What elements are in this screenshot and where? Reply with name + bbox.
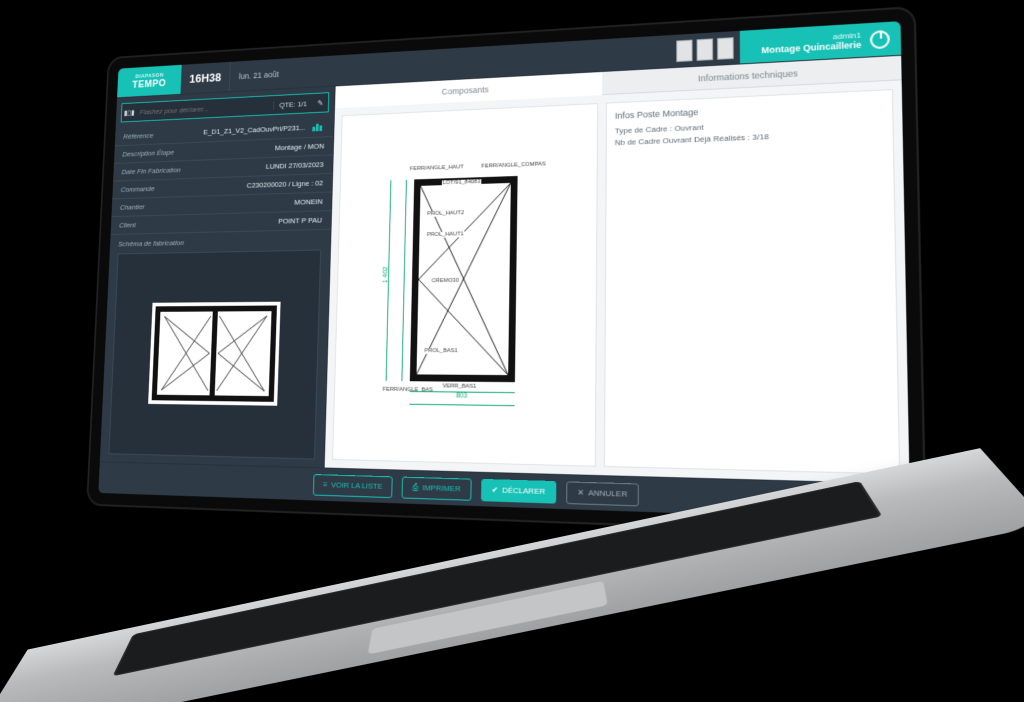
thumb-icon[interactable] [717, 37, 734, 60]
power-icon[interactable] [870, 29, 890, 48]
label: VOIR LA LISTE [331, 480, 383, 490]
stats-icon[interactable] [312, 123, 325, 133]
thumb-icon[interactable] [697, 38, 713, 61]
clock-date: lun. 21 août [230, 58, 288, 91]
qte-label: QTE: [279, 100, 295, 109]
list-icon: ≡ [323, 480, 328, 489]
scan-row[interactable]: ▮▯▮ QTE: 1/1 ✎ [121, 92, 330, 122]
barcode-icon: ▮▯▮ [122, 108, 137, 117]
app-logo: DIAPASON TEMPO [117, 65, 182, 98]
left-panel: ▮▯▮ QTE: 1/1 ✎ Référence E_D1_Z1_V2_CadO… [100, 86, 336, 467]
dim-width: 803 [456, 392, 467, 399]
schema-thumbnail[interactable] [108, 250, 321, 460]
annot: PROL_HAUT2 [426, 210, 465, 217]
qte-cell[interactable]: QTE: 1/1 [273, 99, 312, 109]
pane-info: Infos Poste Montage Type de Cadre : Ouvr… [604, 89, 900, 475]
label: ANNULER [588, 488, 627, 499]
label: IMPRIMER [422, 483, 460, 493]
label: Commande [121, 185, 155, 194]
clock-time: 16H38 [180, 62, 231, 94]
thumb-icon[interactable] [676, 39, 692, 61]
declarer-button[interactable]: ✔ DÉCLARER [481, 478, 557, 503]
value: POINT P PAU [278, 216, 322, 225]
label: Client [119, 221, 136, 229]
dim-height: 1 402 [383, 266, 390, 283]
annot: FERR/ANGLE_COMPAS [480, 161, 546, 169]
app-screen: DIAPASON TEMPO 16H38 lun. 21 août admin1… [98, 21, 910, 521]
window-2pane-icon [148, 302, 280, 406]
topbar-thumbnails[interactable] [670, 31, 740, 67]
edit-icon[interactable]: ✎ [312, 98, 328, 107]
annuler-button[interactable]: ✕ ANNULER [566, 481, 639, 506]
label: Date Fin Fabrication [121, 166, 180, 176]
annot: VERR_BAS1 [442, 383, 478, 389]
annot: PROL_BAS1 [423, 348, 458, 354]
annot: CREMO30 [431, 278, 460, 284]
check-icon: ✔ [492, 485, 499, 494]
value: LUNDI 27/03/2023 [266, 160, 324, 170]
value: C230200020 / Ligne : 02 [247, 179, 324, 190]
scan-input[interactable] [136, 101, 273, 116]
print-icon: ⎙ [412, 482, 418, 492]
annot: FERR/ANGLE_HAUT [409, 164, 465, 172]
logo-line2: TEMPO [132, 78, 166, 90]
value: E_D1_Z1_V2_CadOuvPri/P231... [203, 123, 305, 136]
label: Référence [123, 131, 153, 140]
voir-liste-button[interactable]: ≡ VOIR LA LISTE [313, 474, 393, 498]
value: MONEIN [294, 197, 322, 206]
annot: PROL_HAUT1 [426, 231, 465, 238]
close-icon: ✕ [577, 488, 584, 497]
technical-drawing[interactable]: 1 402 FERR/A [381, 156, 547, 413]
pane-drawing: 1 402 FERR/A [332, 103, 598, 467]
dim-horizontal: 803 [409, 391, 514, 406]
value: Montage / MON [275, 142, 325, 152]
label: Chantier [120, 203, 145, 212]
imprimer-button[interactable]: ⎙ IMPRIMER [402, 476, 472, 500]
label: Description Étape [122, 148, 174, 158]
qte-value: 1/1 [297, 99, 307, 108]
label: DÉCLARER [502, 486, 545, 497]
dim-vertical: 1 402 [386, 180, 407, 381]
right-panel: Composants Informations techniques 1 402 [325, 56, 910, 484]
